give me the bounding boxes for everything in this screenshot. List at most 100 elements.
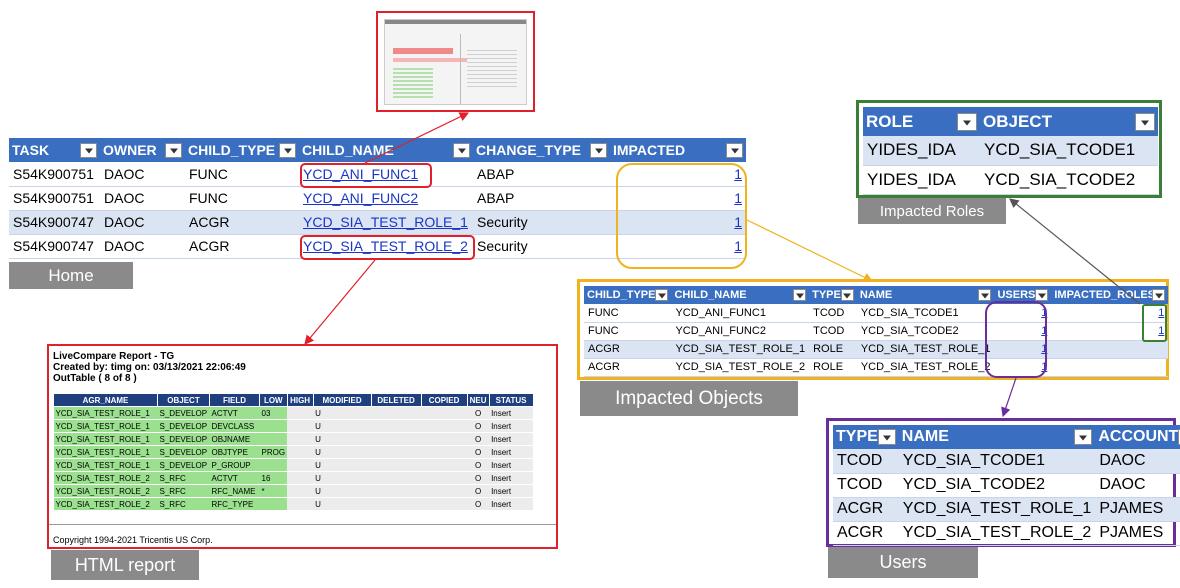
child-type-cell[interactable]: ACGR — [185, 234, 299, 259]
filter-dropdown-icon[interactable] — [655, 289, 669, 301]
type-cell[interactable]: ROLE — [809, 358, 857, 377]
owner-cell[interactable]: DAOC — [100, 186, 185, 211]
table-row: ACGR YCD_SIA_TEST_ROLE_2 ROLE YCD_SIA_TE… — [584, 358, 1169, 377]
report-cell — [421, 458, 468, 472]
table-row: ACGR YCD_SIA_TEST_ROLE_1 PJAMES — [833, 497, 1180, 522]
report-cell — [421, 406, 468, 420]
account-cell[interactable]: PJAMES — [1095, 521, 1180, 546]
owner-cell[interactable]: DAOC — [100, 162, 185, 187]
task-cell[interactable]: S54K900747 — [9, 234, 100, 259]
change-type-cell[interactable]: Security — [473, 210, 610, 235]
filter-dropdown-icon[interactable] — [793, 289, 807, 301]
child-type-cell[interactable]: ACGR — [584, 340, 672, 359]
role-cell[interactable]: YIDES_IDA — [863, 165, 980, 195]
child-name-cell[interactable]: YCD_ANI_FUNC1 — [671, 304, 810, 323]
filter-dropdown-icon[interactable] — [840, 289, 854, 301]
objects-col-child-name: CHILD_NAME — [674, 289, 747, 301]
type-cell[interactable]: TCOD — [833, 449, 899, 474]
change-type-cell[interactable]: ABAP — [473, 186, 610, 211]
name-cell[interactable]: YCD_SIA_TCODE1 — [898, 449, 1096, 474]
filter-dropdown-icon[interactable] — [590, 142, 607, 158]
change-type-cell[interactable]: ABAP — [473, 162, 610, 187]
child-type-cell[interactable]: FUNC — [584, 304, 672, 323]
account-cell[interactable]: PJAMES — [1095, 497, 1180, 522]
type-cell[interactable]: ACGR — [833, 497, 899, 522]
report-col-header: MODIFIED — [312, 393, 372, 407]
report-cell: Insert — [489, 445, 534, 459]
type-cell[interactable]: TCOD — [809, 322, 857, 341]
name-cell[interactable]: YCD_SIA_TCODE2 — [898, 473, 1096, 498]
report-cell — [287, 484, 314, 498]
task-cell[interactable]: S54K900751 — [9, 162, 100, 187]
filter-dropdown-icon[interactable] — [1135, 112, 1155, 131]
type-cell[interactable]: TCOD — [809, 304, 857, 323]
child-type-cell[interactable]: FUNC — [584, 322, 672, 341]
users-frame: TYPE NAME ACCOUNT TCOD YCD_SIA_TCODE1 DA… — [826, 418, 1180, 547]
report-cell: U — [313, 432, 372, 446]
report-cell: YCD_SIA_TEST_ROLE_2 — [53, 484, 158, 498]
report-cell: Insert — [489, 432, 534, 446]
name-cell[interactable]: YCD_SIA_TCODE2 — [856, 322, 995, 341]
account-cell[interactable]: DAOC — [1095, 449, 1180, 474]
report-cell — [371, 419, 422, 433]
home-col-impacted: IMPACTED — [613, 142, 686, 158]
report-cell: U — [313, 497, 372, 511]
owner-cell[interactable]: DAOC — [100, 210, 185, 235]
report-cell: O — [467, 484, 490, 498]
owner-cell[interactable]: DAOC — [100, 234, 185, 259]
report-cell: O — [467, 471, 490, 485]
name-cell[interactable]: YCD_SIA_TEST_ROLE_1 — [856, 340, 995, 359]
name-cell[interactable]: YCD_SIA_TEST_ROLE_2 — [856, 358, 995, 377]
report-cell: U — [313, 471, 372, 485]
child-name-link[interactable]: YCD_SIA_TEST_ROLE_1 — [303, 214, 468, 230]
report-cell — [371, 458, 422, 472]
report-cell — [371, 484, 422, 498]
report-cell: YCD_SIA_TEST_ROLE_1 — [53, 419, 158, 433]
account-cell[interactable]: DAOC — [1095, 473, 1180, 498]
impacted-objects-caption: Impacted Objects — [580, 381, 798, 416]
filter-dropdown-icon[interactable] — [1152, 289, 1166, 301]
child-type-cell[interactable]: ACGR — [584, 358, 672, 377]
name-cell[interactable]: YCD_SIA_TEST_ROLE_2 — [898, 521, 1096, 546]
report-cell: S_DEVELOP — [157, 419, 210, 433]
type-cell[interactable]: TCOD — [833, 473, 899, 498]
report-cell: 16 — [259, 471, 288, 485]
filter-dropdown-icon[interactable] — [877, 429, 896, 445]
object-cell[interactable]: YCD_SIA_TCODE2 — [980, 165, 1158, 195]
report-cell: S_DEVELOP — [157, 432, 210, 446]
table-row: YCD_SIA_TEST_ROLE_1 S_DEVELOP OBJNAME U O Ins… — [53, 432, 534, 446]
report-cell: S_DEVELOP — [157, 406, 210, 420]
task-cell[interactable]: S54K900747 — [9, 210, 100, 235]
filter-dropdown-icon[interactable] — [165, 142, 182, 158]
child-name-link[interactable]: YCD_ANI_FUNC2 — [303, 190, 418, 206]
role-cell[interactable]: YIDES_IDA — [863, 136, 980, 166]
filter-dropdown-icon[interactable] — [1074, 429, 1093, 445]
child-type-cell[interactable]: ACGR — [185, 210, 299, 235]
report-cell: YCD_SIA_TEST_ROLE_1 — [53, 406, 158, 420]
child-name-cell[interactable]: YCD_SIA_TEST_ROLE_1 — [671, 340, 810, 359]
filter-dropdown-icon[interactable] — [453, 142, 470, 158]
filter-dropdown-icon[interactable] — [978, 289, 992, 301]
change-type-cell[interactable]: Security — [473, 234, 610, 259]
child-name-cell[interactable]: YCD_SIA_TEST_ROLE_2 — [671, 358, 810, 377]
report-cell — [287, 406, 314, 420]
name-cell[interactable]: YCD_SIA_TEST_ROLE_1 — [898, 497, 1096, 522]
type-cell[interactable]: ACGR — [833, 521, 899, 546]
report-cell: Insert — [489, 497, 534, 511]
filter-dropdown-icon[interactable] — [1035, 289, 1049, 301]
child-name-cell[interactable]: YCD_ANI_FUNC2 — [671, 322, 810, 341]
type-cell[interactable]: ROLE — [809, 340, 857, 359]
report-cell: RFC_TYPE — [209, 497, 260, 511]
filter-dropdown-icon[interactable] — [726, 142, 743, 158]
child-type-cell[interactable]: FUNC — [185, 162, 299, 187]
task-cell[interactable]: S54K900751 — [9, 186, 100, 211]
filter-dropdown-icon[interactable] — [80, 142, 97, 158]
highlight-impacted — [616, 163, 747, 269]
child-type-cell[interactable]: FUNC — [185, 186, 299, 211]
filter-dropdown-icon[interactable] — [957, 112, 977, 131]
report-cell: O — [467, 432, 490, 446]
object-cell[interactable]: YCD_SIA_TCODE1 — [980, 136, 1158, 166]
report-col-header: FIELD — [209, 393, 260, 407]
name-cell[interactable]: YCD_SIA_TCODE1 — [856, 304, 995, 323]
filter-dropdown-icon[interactable] — [279, 142, 296, 158]
